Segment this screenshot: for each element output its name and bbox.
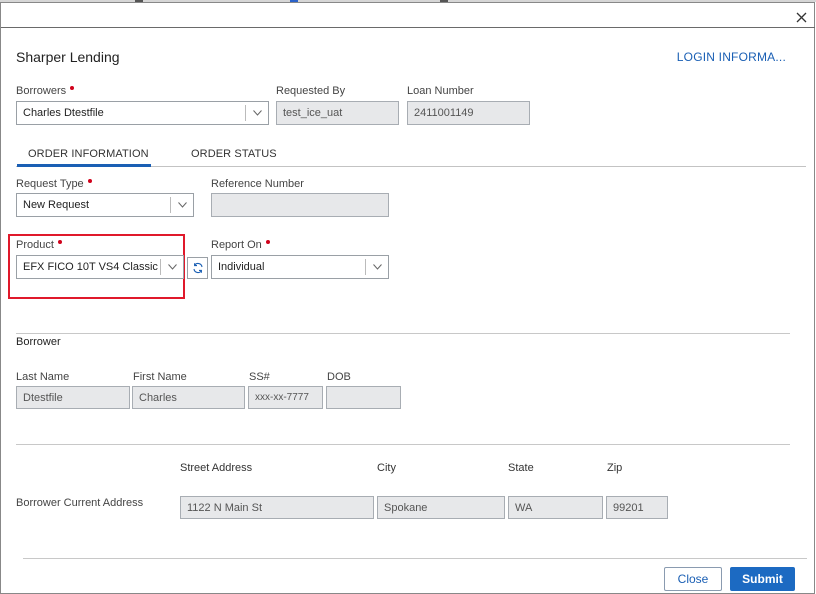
state-value: WA xyxy=(515,501,533,514)
dob-field xyxy=(326,386,401,409)
ssn-field: xxx-xx-7777 xyxy=(248,386,323,409)
product-label: Product xyxy=(16,239,62,251)
chevron-down-icon[interactable] xyxy=(246,102,268,124)
borrower-current-address-label: Borrower Current Address xyxy=(16,497,144,509)
requested-by-field: test_ice_uat xyxy=(276,101,399,125)
product-select[interactable]: EFX FICO 10T VS4 Classic xyxy=(16,255,184,279)
ssn-label: SS# xyxy=(249,371,270,383)
chevron-down-icon[interactable] xyxy=(171,194,193,216)
dob-label: DOB xyxy=(327,371,351,383)
requested-by-value: test_ice_uat xyxy=(283,107,343,119)
zip-value: 99201 xyxy=(613,501,644,514)
loan-number-field: 2411001149 xyxy=(407,101,530,125)
product-label-text: Product xyxy=(16,239,54,251)
tab-order-status[interactable]: ORDER STATUS xyxy=(191,148,277,160)
borrowers-label: Borrowers xyxy=(16,85,75,97)
city-field: Spokane xyxy=(377,496,505,519)
last-name-label: Last Name xyxy=(16,371,70,383)
required-indicator xyxy=(57,240,62,244)
street-address-field: 1122 N Main St xyxy=(180,496,374,519)
report-on-label: Report On xyxy=(211,239,270,251)
footer-divider xyxy=(23,558,807,559)
close-icon[interactable] xyxy=(790,7,812,27)
street-address-header: Street Address xyxy=(180,462,253,474)
street-address-value: 1122 N Main St xyxy=(187,501,263,514)
refresh-icon[interactable] xyxy=(187,257,208,279)
report-on-select[interactable]: Individual xyxy=(211,255,389,279)
tab-order-information[interactable]: ORDER INFORMATION xyxy=(28,148,149,160)
active-tab-indicator xyxy=(17,164,151,167)
state-header: State xyxy=(508,462,534,474)
section-divider xyxy=(16,444,790,445)
section-divider xyxy=(16,333,790,334)
zip-field: 99201 xyxy=(606,496,668,519)
first-name-field: Charles xyxy=(132,386,245,409)
login-information-link[interactable]: LOGIN INFORMA... xyxy=(677,50,786,64)
request-type-label-text: Request Type xyxy=(16,178,84,190)
loan-number-label: Loan Number xyxy=(407,85,474,97)
report-on-value: Individual xyxy=(218,261,265,273)
request-type-label: Request Type xyxy=(16,178,92,190)
borrowers-label-text: Borrowers xyxy=(16,85,67,97)
ssn-value: xxx-xx-7777 xyxy=(255,392,309,403)
required-indicator xyxy=(87,179,92,183)
last-name-value: Dtestfile xyxy=(23,391,63,404)
loan-number-value: 2411001149 xyxy=(414,107,474,119)
required-indicator xyxy=(70,86,75,90)
chevron-down-icon[interactable] xyxy=(366,256,388,278)
product-value: EFX FICO 10T VS4 Classic xyxy=(23,261,158,273)
city-header: City xyxy=(377,462,396,474)
request-type-select[interactable]: New Request xyxy=(16,193,194,217)
requested-by-label: Requested By xyxy=(276,85,346,97)
title-bar-divider xyxy=(1,27,815,28)
reference-number-field xyxy=(211,193,389,217)
chevron-down-icon[interactable] xyxy=(161,256,183,278)
state-field: WA xyxy=(508,496,603,519)
request-type-value: New Request xyxy=(23,199,90,211)
reference-number-label: Reference Number xyxy=(211,178,304,190)
borrowers-select[interactable]: Charles Dtestfile xyxy=(16,101,269,125)
last-name-field: Dtestfile xyxy=(16,386,130,409)
submit-button[interactable]: Submit xyxy=(730,567,795,591)
required-indicator xyxy=(265,240,270,244)
order-dialog: Sharper Lending LOGIN INFORMA... Borrowe… xyxy=(0,2,815,594)
close-button[interactable]: Close xyxy=(664,567,722,591)
report-on-label-text: Report On xyxy=(211,239,262,251)
zip-header: Zip xyxy=(607,462,623,474)
dialog-title: Sharper Lending xyxy=(16,49,120,65)
borrowers-select-value: Charles Dtestfile xyxy=(23,107,104,119)
borrower-section-title: Borrower xyxy=(16,336,61,348)
first-name-label: First Name xyxy=(133,371,187,383)
city-value: Spokane xyxy=(384,501,428,514)
first-name-value: Charles xyxy=(139,391,177,404)
